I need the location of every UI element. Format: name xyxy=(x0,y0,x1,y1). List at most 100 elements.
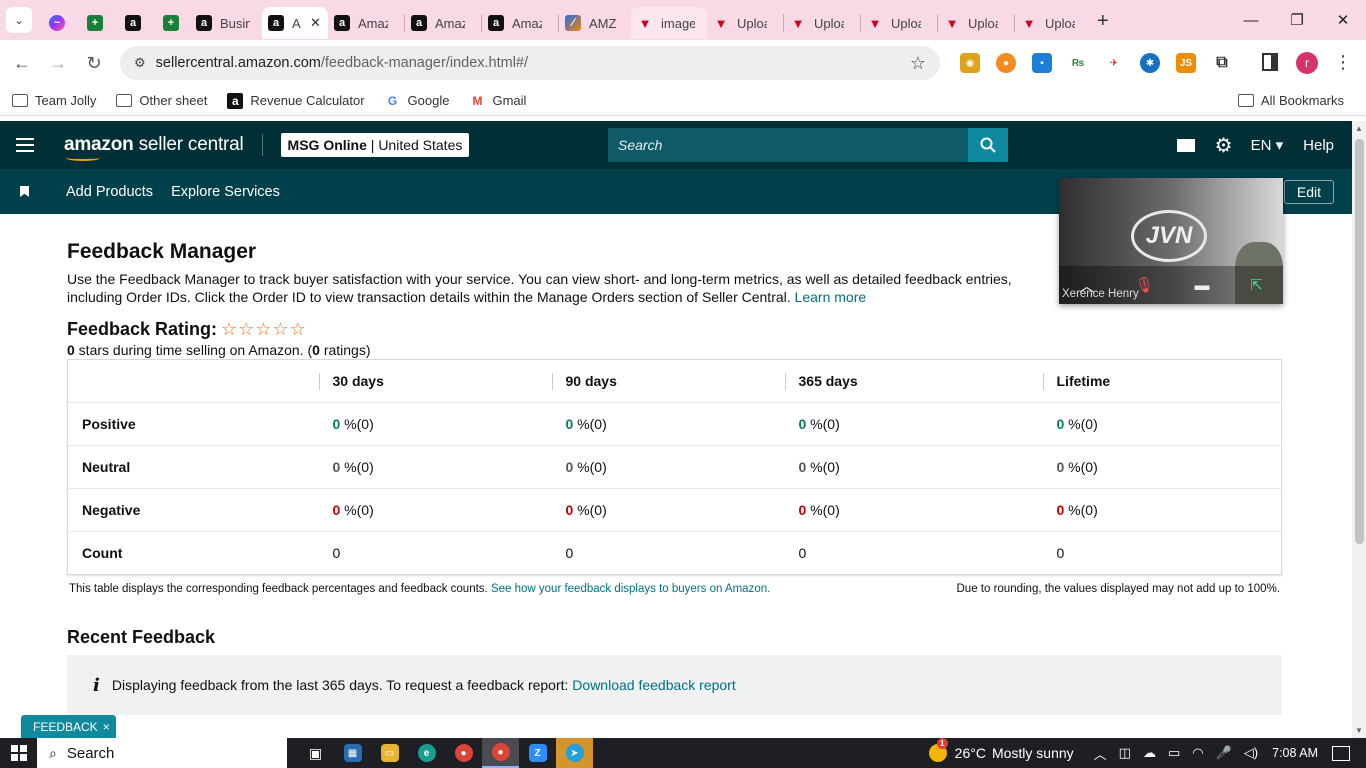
tab-pinned-messenger[interactable]: ~ xyxy=(38,7,76,39)
zoom-icon[interactable]: Z xyxy=(519,738,556,768)
notifications-icon[interactable] xyxy=(1332,745,1350,761)
store-switcher[interactable]: MSG Online | United States xyxy=(280,133,470,157)
cell-count: %(0) xyxy=(340,502,374,518)
seller-central-logo[interactable]: amazon seller central xyxy=(64,134,244,161)
bookmark-google[interactable]: G Google xyxy=(385,93,450,108)
learn-more-link[interactable]: Learn more xyxy=(795,289,867,305)
chrome-active-icon[interactable]: ● xyxy=(482,738,519,768)
tab[interactable]: ▼ Uploa xyxy=(861,7,937,39)
profile-avatar[interactable]: r xyxy=(1296,52,1318,74)
forward-icon[interactable]: → xyxy=(40,53,76,74)
search-input[interactable]: Search xyxy=(608,128,968,162)
bookmark-icon[interactable] xyxy=(20,186,29,197)
task-view-icon[interactable]: ▣ xyxy=(297,738,334,768)
scroll-up-icon[interactable]: ▲ xyxy=(1355,124,1363,133)
telegram-icon[interactable]: ➤ xyxy=(556,738,593,768)
temperature[interactable]: 26°C xyxy=(955,745,986,761)
help-link[interactable]: Help xyxy=(1303,137,1334,154)
bookmark-star-icon[interactable]: ☆ xyxy=(910,53,926,74)
search-button[interactable] xyxy=(968,128,1008,162)
tab-search-button[interactable]: ⌄ xyxy=(6,7,32,33)
extension-icon[interactable]: ₨ xyxy=(1068,53,1088,73)
store-icon[interactable]: ▦ xyxy=(334,738,371,768)
gear-icon[interactable]: ⚙ xyxy=(1215,133,1233,158)
extension-icon[interactable]: ◉ xyxy=(960,53,980,73)
hamburger-menu-icon[interactable] xyxy=(16,134,34,156)
video-call-overlay[interactable]: JVN ︿ 🎙 ▬ ⇱ Xerence Henry xyxy=(1059,178,1283,304)
page-scrollbar[interactable]: ▲ ▼ xyxy=(1352,121,1366,738)
restore-icon[interactable]: ❐ xyxy=(1274,11,1320,29)
extension-icon[interactable]: JS xyxy=(1176,53,1196,73)
feedback-display-link[interactable]: See how your feedback displays to buyers… xyxy=(491,583,770,595)
address-bar[interactable]: ⚙ sellercentral.amazon.com/feedback-mana… xyxy=(120,46,940,80)
tab[interactable]: a Amaz xyxy=(405,7,481,39)
extension-icon[interactable]: ✈ xyxy=(1104,53,1124,73)
chrome-icon[interactable]: ● xyxy=(445,738,482,768)
windows-start-icon[interactable] xyxy=(11,745,27,761)
tab[interactable]: ▼ Uploa xyxy=(707,7,783,39)
extension-icon[interactable]: ✱ xyxy=(1140,53,1160,73)
tab[interactable]: ▼ Uploa xyxy=(938,7,1014,39)
close-tab-icon[interactable]: ✕ xyxy=(310,15,321,31)
download-feedback-report-link[interactable]: Download feedback report xyxy=(572,677,735,693)
minimize-icon[interactable]: — xyxy=(1228,12,1274,29)
mail-icon[interactable] xyxy=(1176,138,1195,152)
bookmark-team-jolly[interactable]: Team Jolly xyxy=(12,93,96,108)
meet-now-icon[interactable]: ◫ xyxy=(1119,745,1131,761)
close-icon[interactable]: × xyxy=(103,720,110,734)
side-panel-icon[interactable] xyxy=(1262,53,1278,71)
extension-icon[interactable]: ● xyxy=(996,53,1016,73)
tab[interactable]: ∕ AMZ xyxy=(559,7,631,39)
weather-icon[interactable]: 1 xyxy=(928,738,948,762)
tab-pinned-sheets[interactable]: + xyxy=(76,7,114,39)
tab[interactable]: a Busin xyxy=(190,7,262,39)
more-menu-icon[interactable]: ⋮ xyxy=(1334,52,1352,73)
tab-pinned-sheets-2[interactable]: + xyxy=(152,7,190,39)
bookmark-revenue-calculator[interactable]: a Revenue Calculator xyxy=(227,92,365,109)
camera-icon[interactable]: ▬ xyxy=(1195,277,1210,294)
nav-explore-services[interactable]: Explore Services xyxy=(171,184,280,200)
volume-icon[interactable]: ◁) xyxy=(1244,745,1258,761)
chevron-up-icon[interactable]: ︿ xyxy=(1094,744,1107,763)
table-cell: 0 %(0) xyxy=(319,489,552,532)
cell-count: %(0) xyxy=(806,459,840,475)
taskbar-search[interactable]: ⌕ Search xyxy=(37,738,287,768)
extension-icon[interactable]: ▪ xyxy=(1032,53,1052,73)
tab[interactable]: a Amaz xyxy=(482,7,558,39)
caller-name: Xerence Henry xyxy=(1062,288,1139,300)
cloud-icon[interactable]: ☁ xyxy=(1143,745,1156,761)
extensions-puzzle-icon[interactable]: ⧉ xyxy=(1212,53,1232,73)
bookmark-gmail[interactable]: M Gmail xyxy=(469,93,526,108)
reload-icon[interactable]: ↻ xyxy=(76,53,112,74)
tab[interactable]: ▼ image xyxy=(631,7,707,39)
bookmark-other-sheet[interactable]: Other sheet xyxy=(116,93,207,108)
all-bookmarks-button[interactable]: All Bookmarks xyxy=(1237,93,1344,108)
gmail-icon: M xyxy=(472,93,483,108)
edge-icon[interactable]: e xyxy=(408,738,445,768)
nav-add-products[interactable]: Add Products xyxy=(66,184,153,200)
back-icon[interactable]: ← xyxy=(4,53,40,74)
file-explorer-icon[interactable]: ▭ xyxy=(371,738,408,768)
scroll-thumb[interactable] xyxy=(1355,139,1364,544)
feedback-widget[interactable]: FEEDBACK × xyxy=(21,715,116,738)
microphone-icon[interactable]: 🎤 xyxy=(1216,745,1232,761)
tab-active[interactable]: a A ✕ xyxy=(262,7,328,39)
pop-out-icon[interactable]: ⇱ xyxy=(1250,276,1263,294)
language-selector[interactable]: EN ▾ xyxy=(1251,136,1284,154)
tab[interactable]: a Amaz xyxy=(328,7,404,39)
wifi-icon[interactable]: ◠ xyxy=(1192,745,1203,761)
edit-button[interactable]: Edit xyxy=(1283,180,1334,204)
column-header: 365 days xyxy=(784,360,1043,403)
weather-text[interactable]: Mostly sunny xyxy=(992,745,1074,761)
tab-pinned-amazon[interactable]: a xyxy=(114,7,152,39)
site-info-icon[interactable]: ⚙ xyxy=(134,55,146,71)
store-name: MSG Online xyxy=(287,137,367,153)
description-text: Use the Feedback Manager to track buyer … xyxy=(67,271,1012,305)
tab[interactable]: ▼ Uploa xyxy=(1015,7,1087,39)
scroll-down-icon[interactable]: ▼ xyxy=(1355,726,1363,735)
close-window-icon[interactable]: ✕ xyxy=(1320,11,1366,29)
battery-icon[interactable]: ▭ xyxy=(1168,745,1180,761)
clock[interactable]: 7:08 AM xyxy=(1272,746,1318,760)
tab[interactable]: ▼ Uploa xyxy=(784,7,860,39)
new-tab-button[interactable]: + xyxy=(1097,10,1109,33)
